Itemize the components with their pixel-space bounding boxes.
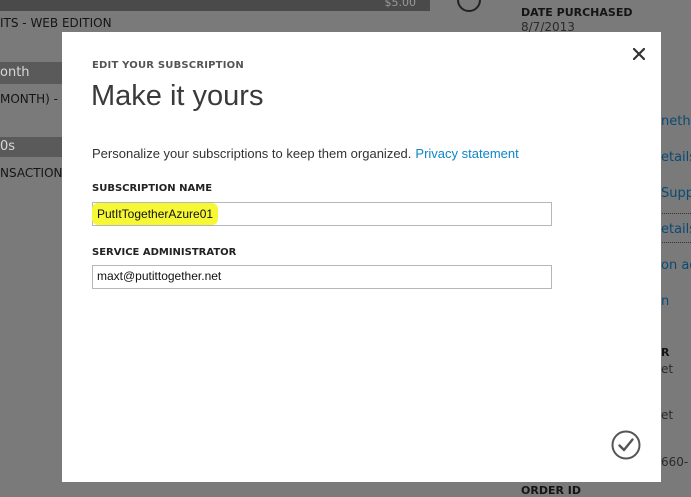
bg-order-id-label: ORDER ID	[521, 484, 581, 497]
subscription-name-label: SUBSCRIPTION NAME	[92, 183, 213, 194]
bg-link-5[interactable]: on ad	[661, 258, 691, 273]
service-admin-value: maxt@putittogether.net	[97, 269, 222, 283]
dialog-eyebrow: EDIT YOUR SUBSCRIPTION	[92, 60, 244, 71]
service-admin-field[interactable]: maxt@putittogether.net	[92, 265, 552, 289]
close-button[interactable]	[628, 43, 650, 65]
bg-id-fragment: 660-	[661, 455, 689, 469]
dialog-title: Make it yours	[91, 80, 264, 112]
bg-section-bar: onth	[0, 62, 62, 84]
bg-header-bar: $5.00	[0, 0, 430, 11]
dialog-description: Personalize your subscriptions to keep t…	[92, 146, 519, 161]
bg-section-bar-2: 0s	[0, 137, 62, 157]
close-icon	[633, 48, 645, 60]
bg-link-6[interactable]: n	[661, 294, 669, 309]
bg-link-1[interactable]: nethe	[661, 114, 691, 129]
bg-info-icon	[457, 0, 481, 12]
bg-plan-detail: MONTH) - C	[0, 92, 71, 106]
subscription-name-value: PutItTogetherAzure01	[95, 206, 216, 222]
bg-section-label-2: 0s	[0, 139, 16, 154]
service-admin-label: SERVICE ADMINISTRATOR	[92, 247, 237, 258]
bg-value-2: et	[661, 408, 674, 422]
bg-owner-label: R	[661, 346, 670, 359]
checkmark-circle-icon	[611, 430, 641, 460]
description-text: Personalize your subscriptions to keep t…	[92, 146, 412, 161]
bg-transactions: NSACTIONS	[0, 166, 71, 180]
bg-section-label: onth	[0, 65, 30, 80]
confirm-button[interactable]	[611, 430, 641, 460]
privacy-statement-link[interactable]: Privacy statement	[415, 146, 518, 161]
bg-link-4[interactable]: etails	[661, 222, 691, 237]
bg-link-3[interactable]: Supp	[661, 186, 691, 201]
bg-link-2[interactable]: etails	[661, 150, 691, 165]
edit-subscription-dialog: EDIT YOUR SUBSCRIPTION Make it yours Per…	[62, 32, 661, 482]
bg-plan-name: ITS - WEB EDITION	[0, 16, 112, 30]
bg-price: $5.00	[384, 0, 417, 9]
bg-value-1: et	[661, 362, 674, 376]
subscription-name-field[interactable]: PutItTogetherAzure01	[92, 202, 552, 226]
bg-date-purchased-label: DATE PURCHASED	[521, 6, 633, 19]
